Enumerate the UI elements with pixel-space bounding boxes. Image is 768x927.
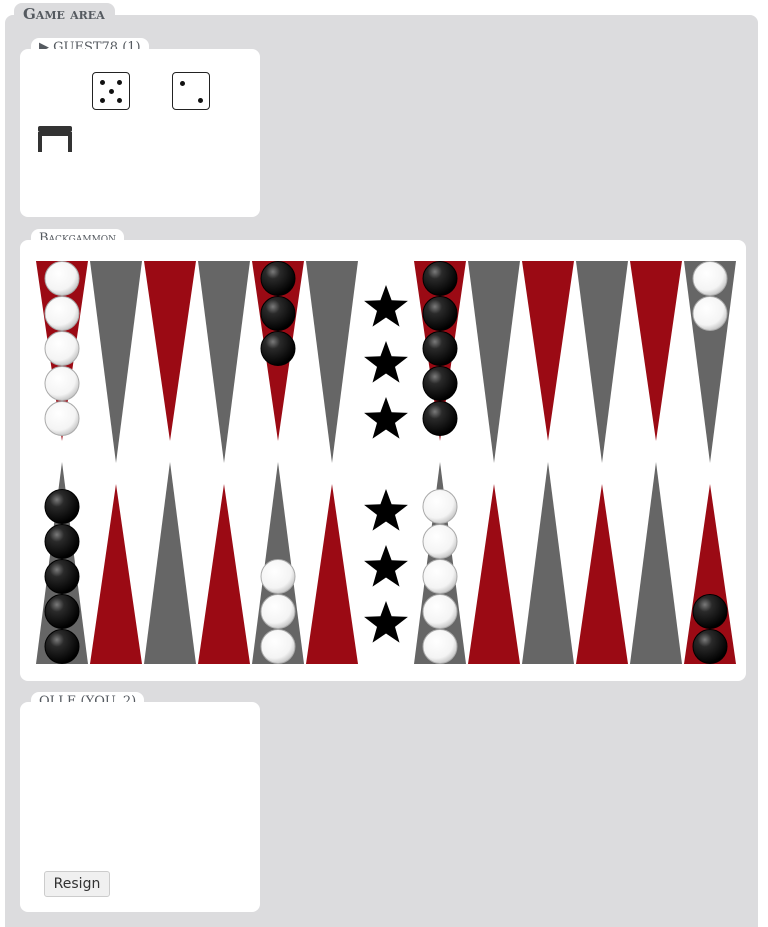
board-point[interactable] [144, 462, 196, 664]
white-checker[interactable] [260, 629, 296, 664]
white-checker[interactable] [44, 261, 80, 296]
black-checker[interactable] [422, 261, 458, 296]
black-checker[interactable] [692, 629, 728, 664]
black-checker[interactable] [692, 594, 728, 629]
board-point[interactable] [630, 261, 682, 441]
board-point[interactable] [630, 462, 682, 664]
white-checker[interactable] [422, 524, 458, 559]
board-point[interactable] [522, 462, 574, 664]
black-checker[interactable] [422, 401, 458, 436]
board-point[interactable] [522, 261, 574, 441]
board-point[interactable] [576, 484, 628, 664]
board-point[interactable] [468, 261, 520, 463]
white-checker[interactable] [422, 629, 458, 664]
white-checker[interactable] [44, 401, 80, 436]
star-marker [364, 341, 408, 383]
star-marker [364, 489, 408, 531]
board-point[interactable] [90, 484, 142, 664]
black-checker[interactable] [260, 331, 296, 366]
black-checker[interactable] [44, 594, 80, 629]
star-marker [364, 285, 408, 327]
board-point[interactable] [576, 261, 628, 463]
black-checker[interactable] [422, 296, 458, 331]
resign-button[interactable]: Resign [44, 871, 110, 897]
black-checker[interactable] [422, 331, 458, 366]
board-point[interactable] [306, 261, 358, 463]
star-marker [364, 397, 408, 439]
black-checker[interactable] [44, 524, 80, 559]
white-checker[interactable] [44, 331, 80, 366]
board-point[interactable] [198, 261, 250, 463]
star-marker [364, 545, 408, 587]
board-point[interactable] [90, 261, 142, 463]
white-checker[interactable] [422, 489, 458, 524]
board-point[interactable] [144, 261, 196, 441]
black-checker[interactable] [422, 366, 458, 401]
white-checker[interactable] [422, 559, 458, 594]
black-checker[interactable] [260, 261, 296, 296]
white-checker[interactable] [692, 296, 728, 331]
black-checker[interactable] [44, 629, 80, 664]
board-point[interactable] [468, 484, 520, 664]
star-marker [364, 601, 408, 643]
board-point[interactable] [198, 484, 250, 664]
white-checker[interactable] [422, 594, 458, 629]
white-checker[interactable] [260, 594, 296, 629]
white-checker[interactable] [260, 559, 296, 594]
white-checker[interactable] [44, 366, 80, 401]
white-checker[interactable] [44, 296, 80, 331]
black-checker[interactable] [44, 559, 80, 594]
black-checker[interactable] [260, 296, 296, 331]
board-point[interactable] [306, 484, 358, 664]
white-checker[interactable] [692, 261, 728, 296]
black-checker[interactable] [44, 489, 80, 524]
